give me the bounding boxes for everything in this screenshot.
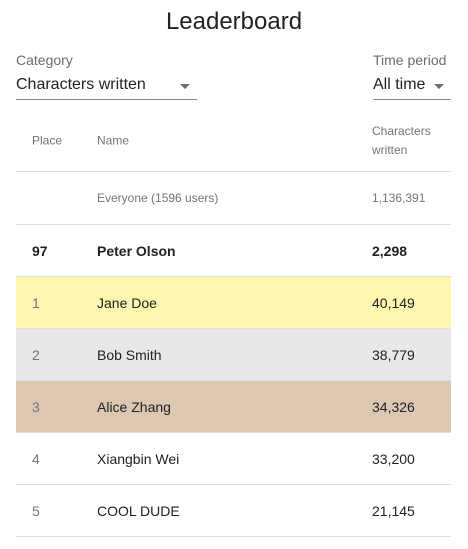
category-value: Characters written [16,76,146,93]
table-row: 1 Jane Doe 40,149 [16,277,451,329]
everyone-row: Everyone (1596 users) 1,136,391 [16,172,451,225]
row-chars: 34,326 [372,398,415,415]
row-place: 4 [32,450,40,467]
column-header-place: Place [32,133,63,147]
row-name: Jane Doe [97,294,157,311]
row-name: Alice Zhang [97,398,171,415]
chevron-down-icon [180,84,190,89]
table-row: 4 Xiangbin Wei 33,200 [16,433,451,485]
category-select[interactable]: Characters written [16,74,197,100]
time-period-value: All time [373,76,426,93]
column-header-characters: Characters written [372,123,431,157]
everyone-name: Everyone (1596 users) [97,191,219,205]
time-period-label: Time period [373,52,447,68]
category-label: Category [16,52,73,68]
row-place: 2 [32,346,40,363]
table-header: Place Name Characters written [16,110,451,172]
column-header-name: Name [97,133,130,147]
current-user-row: 97 Peter Olson 2,298 [16,225,451,277]
row-place: 1 [32,294,40,311]
table-row: 2 Bob Smith 38,779 [16,329,451,381]
row-place: 5 [32,502,40,519]
row-name: Bob Smith [97,346,162,363]
chevron-down-icon [434,84,444,89]
time-period-select[interactable]: All time [373,74,451,100]
page-title: Leaderboard [165,8,303,35]
row-name: COOL DUDE [97,502,180,519]
row-chars: 38,779 [372,346,415,363]
current-user-place: 97 [32,242,48,259]
table-row: 3 Alice Zhang 34,326 [16,381,451,433]
row-chars: 40,149 [372,294,415,311]
leaderboard-table: Place Name Characters written Everyone (… [16,110,451,537]
table-row: 5 COOL DUDE 21,145 [16,485,451,537]
row-place: 3 [32,398,40,415]
current-user-chars: 2,298 [372,242,408,259]
row-chars: 33,200 [372,450,415,467]
everyone-chars: 1,136,391 [372,191,426,205]
current-user-name: Peter Olson [97,242,176,259]
row-chars: 21,145 [372,502,415,519]
row-name: Xiangbin Wei [97,450,180,467]
